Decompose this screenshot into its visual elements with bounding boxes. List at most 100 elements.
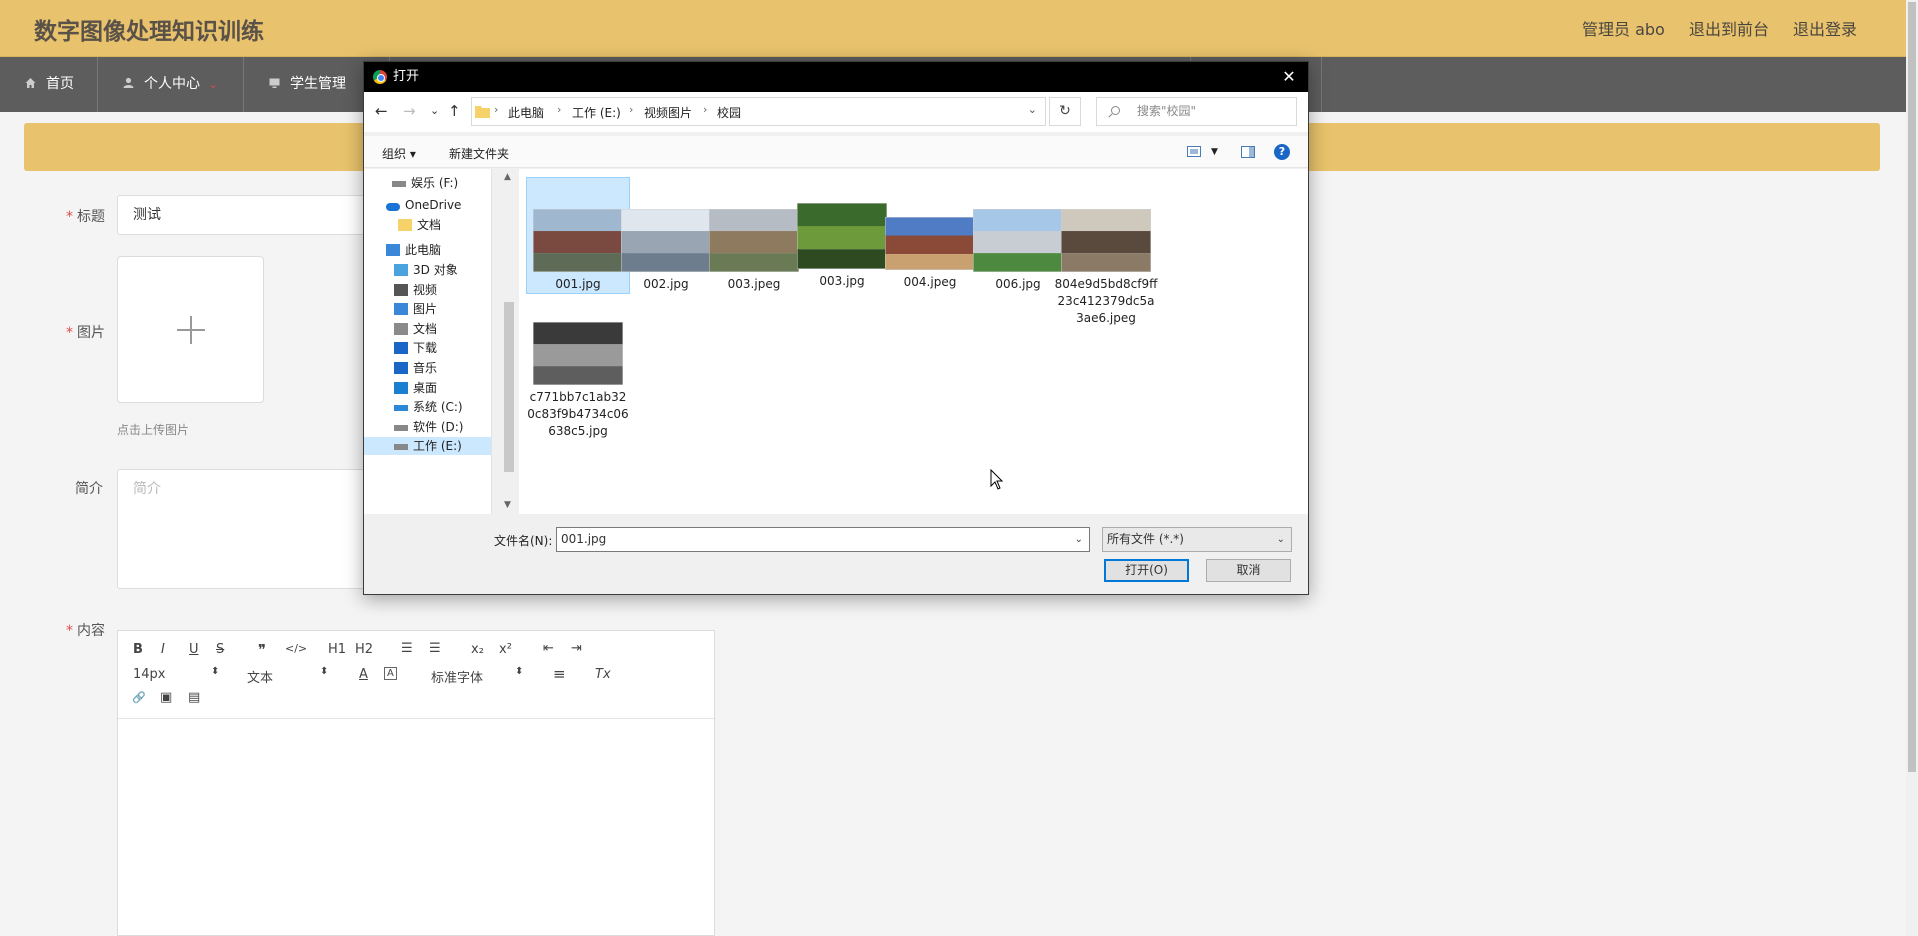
filetype-select[interactable]: 所有文件 (*.*) ⌄ bbox=[1102, 527, 1292, 552]
strikethrough-icon[interactable]: S bbox=[216, 642, 224, 657]
tree-item[interactable]: 娱乐 (F:) bbox=[392, 174, 458, 192]
tree-item-label: 娱乐 (F:) bbox=[411, 176, 459, 190]
logout-link[interactable]: 退出登录 bbox=[1793, 16, 1857, 40]
nav-profile[interactable]: 个人中心 ⌄ bbox=[98, 57, 244, 112]
outdent-icon[interactable]: ⇤ bbox=[543, 641, 554, 656]
breadcrumb-video-pictures[interactable]: 视频图片 bbox=[644, 104, 692, 121]
admin-user-label[interactable]: 管理员 abo bbox=[1582, 16, 1665, 40]
clear-format-icon[interactable]: Tx bbox=[595, 667, 611, 682]
bold-icon[interactable]: B bbox=[133, 642, 143, 657]
file-name: 804e9d5bd8cf9ff23c412379dc5a3ae6.jpeg bbox=[1054, 277, 1158, 325]
nav-home[interactable]: 首页 bbox=[0, 57, 98, 112]
tree-item-label: OneDrive bbox=[405, 198, 462, 212]
superscript-icon[interactable]: x² bbox=[499, 642, 512, 657]
filename-input[interactable]: 001.jpg ⌄ bbox=[556, 527, 1090, 552]
navigation-pane: 娱乐 (F:) OneDrive 文档 此电脑 3D 对象 视频 图片 文档 下载 音乐 桌面 系统 … bbox=[364, 169, 492, 514]
help-icon[interactable]: ? bbox=[1274, 144, 1290, 160]
image-thumbnail bbox=[533, 322, 623, 385]
scroll-up-icon[interactable]: ▲ bbox=[504, 172, 511, 182]
navigation-pane-scrollbar-thumb[interactable] bbox=[504, 302, 514, 472]
back-to-front-link[interactable]: 退出到前台 bbox=[1689, 16, 1769, 40]
subscript-icon[interactable]: x₂ bbox=[471, 642, 484, 657]
quote-icon[interactable]: ❞ bbox=[258, 641, 266, 659]
tree-item[interactable]: 工作 (E:) bbox=[364, 437, 491, 455]
chevron-down-icon: ⌄ bbox=[1276, 534, 1285, 545]
page-scrollbar-thumb[interactable] bbox=[1908, 2, 1916, 772]
file-item[interactable]: 804e9d5bd8cf9ff23c412379dc5a3ae6.jpeg bbox=[1054, 177, 1158, 327]
tree-item[interactable]: 文档 bbox=[398, 216, 441, 234]
heading2-icon[interactable]: H2 bbox=[355, 642, 373, 657]
close-icon[interactable]: ✕ bbox=[1278, 62, 1300, 92]
chrome-icon bbox=[373, 70, 387, 84]
italic-icon[interactable]: I bbox=[161, 642, 165, 657]
forward-button[interactable]: → bbox=[403, 102, 416, 120]
background-color-icon[interactable]: A bbox=[384, 667, 397, 680]
tree-item[interactable]: 图片 bbox=[394, 300, 437, 318]
drive-icon bbox=[394, 444, 408, 450]
view-options-icon[interactable] bbox=[1187, 146, 1201, 157]
folder-icon bbox=[475, 106, 490, 118]
page-scrollbar[interactable] bbox=[1906, 0, 1918, 936]
image-thumbnail bbox=[621, 209, 711, 272]
indent-icon[interactable]: ⇥ bbox=[571, 641, 582, 656]
tree-item-label: 文档 bbox=[417, 218, 442, 232]
code-icon[interactable]: </> bbox=[285, 642, 307, 655]
image-icon[interactable]: ▣ bbox=[160, 690, 172, 705]
dialog-titlebar: 打开 ✕ bbox=[364, 62, 1308, 92]
heading1-icon[interactable]: H1 bbox=[328, 642, 346, 657]
breadcrumb-campus[interactable]: 校园 bbox=[717, 104, 741, 121]
file-item[interactable]: c771bb7c1ab320c83f9b4734c06638c5.jpg bbox=[526, 322, 630, 440]
underline-icon[interactable]: U bbox=[189, 642, 199, 657]
font-size-select[interactable]: 14px bbox=[133, 667, 166, 682]
search-input[interactable]: 搜索"校园" bbox=[1096, 97, 1297, 126]
up-button[interactable]: ↑ bbox=[448, 102, 461, 120]
organize-button[interactable]: 组织 ▾ bbox=[382, 145, 416, 162]
refresh-button[interactable]: ↻ bbox=[1049, 97, 1081, 126]
filename-label: 文件名(N): bbox=[494, 534, 553, 548]
new-folder-button[interactable]: 新建文件夹 bbox=[449, 145, 509, 162]
tree-item[interactable]: 系统 (C:) bbox=[394, 398, 463, 416]
link-icon[interactable]: 🔗 bbox=[132, 691, 146, 704]
intro-textarea[interactable]: 简介 bbox=[117, 469, 367, 589]
tree-item[interactable]: 桌面 bbox=[394, 379, 437, 397]
nav-home-label: 首页 bbox=[46, 76, 74, 92]
preview-pane-icon[interactable] bbox=[1241, 146, 1255, 158]
tree-item[interactable]: 软件 (D:) bbox=[394, 418, 463, 436]
back-button[interactable]: ← bbox=[375, 102, 388, 120]
align-icon[interactable]: ≡ bbox=[553, 665, 566, 683]
view-dropdown-icon[interactable]: ▼ bbox=[1211, 147, 1218, 157]
navigation-pane-scrollbar[interactable]: ▲ ▼ bbox=[501, 169, 517, 514]
scroll-down-icon[interactable]: ▼ bbox=[504, 500, 511, 510]
tree-item[interactable]: 此电脑 bbox=[386, 241, 441, 259]
recent-locations-button[interactable]: ⌄ bbox=[430, 104, 439, 117]
rich-text-editor[interactable]: B I U S ❞ </> H1 H2 ☰ ☰ x₂ x² ⇤ ⇥ 14px ⬍… bbox=[117, 630, 715, 936]
breadcrumb-this-pc[interactable]: 此电脑 bbox=[508, 104, 544, 121]
font-family-select[interactable]: 标准字体 bbox=[431, 667, 483, 686]
bullet-list-icon[interactable]: ☰ bbox=[429, 641, 441, 656]
open-button[interactable]: 打开(O) bbox=[1104, 559, 1189, 582]
tree-item[interactable]: 文档 bbox=[394, 320, 437, 338]
text-style-select[interactable]: 文本 bbox=[247, 667, 273, 686]
tree-item[interactable]: 3D 对象 bbox=[394, 261, 458, 279]
tree-item-label: 此电脑 bbox=[405, 243, 442, 257]
cancel-button[interactable]: 取消 bbox=[1206, 559, 1291, 582]
image-thumbnail bbox=[533, 209, 623, 272]
ordered-list-icon[interactable]: ☰ bbox=[401, 641, 413, 656]
font-color-icon[interactable]: A bbox=[359, 667, 368, 682]
address-bar[interactable]: › 此电脑 › 工作 (E:) › 视频图片 › 校园 ⌄ bbox=[471, 97, 1046, 126]
tree-item-label: 工作 (E:) bbox=[413, 439, 462, 453]
tree-item[interactable]: 视频 bbox=[394, 281, 437, 299]
video-icon[interactable]: ▤ bbox=[188, 690, 200, 705]
tree-item-label: 桌面 bbox=[413, 381, 438, 395]
tree-item-label: 图片 bbox=[413, 302, 438, 316]
tree-item[interactable]: OneDrive bbox=[386, 196, 461, 214]
image-upload-box[interactable] bbox=[117, 256, 264, 403]
cloud-icon bbox=[386, 203, 400, 211]
title-input[interactable]: 测试 bbox=[117, 195, 367, 235]
chevron-down-icon[interactable]: ⌄ bbox=[1028, 103, 1037, 116]
tree-item[interactable]: 下载 bbox=[394, 339, 437, 357]
breadcrumb-drive-e[interactable]: 工作 (E:) bbox=[572, 104, 621, 121]
chevron-down-icon[interactable]: ⌄ bbox=[1075, 528, 1083, 551]
dialog-title: 打开 bbox=[393, 69, 420, 84]
tree-item[interactable]: 音乐 bbox=[394, 359, 437, 377]
